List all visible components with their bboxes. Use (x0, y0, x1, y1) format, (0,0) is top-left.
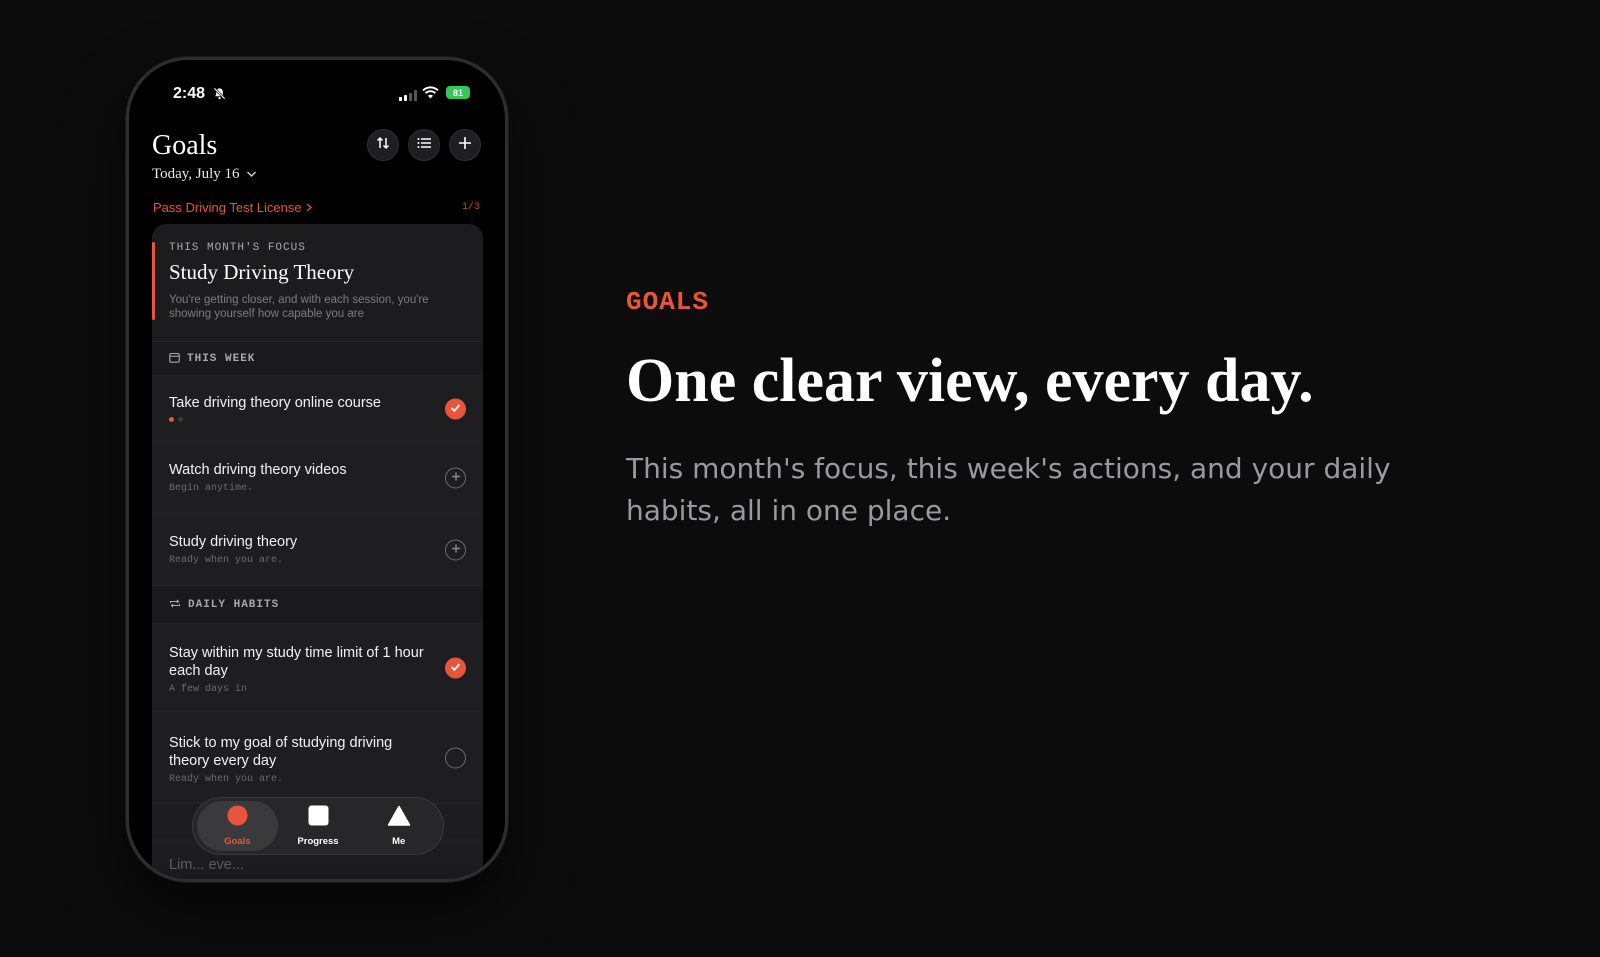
header-actions (367, 129, 481, 161)
progress-square-icon (308, 805, 329, 831)
bell-muted-icon (213, 87, 226, 105)
item-title: Study driving theory (169, 534, 298, 550)
item-subtitle: Ready when you are. (169, 774, 284, 785)
status-bar: 2:48 81 (129, 60, 505, 130)
plus-icon (451, 469, 461, 487)
add-item-button[interactable] (445, 467, 466, 488)
item-title: Take driving theory online course (169, 395, 381, 411)
list-item[interactable]: Stick to my goal of studying driving the… (152, 712, 483, 804)
status-time: 2:48 (173, 85, 206, 102)
chevron-right-icon (306, 200, 312, 215)
tab-goals[interactable]: Goals (197, 801, 278, 851)
wifi-icon (422, 86, 439, 104)
goal-card: THIS MONTH'S FOCUS Study Driving Theory … (152, 224, 483, 879)
progress-dot (169, 417, 174, 422)
calendar-icon (169, 350, 180, 368)
section-daily-habits: DAILY HABITS (152, 586, 483, 624)
goal-count: 1/3 (461, 202, 480, 213)
tab-bar: Goals Progress Me (192, 797, 444, 855)
completed-check[interactable] (445, 657, 466, 678)
plus-icon (451, 541, 461, 559)
checkmark-icon (450, 659, 461, 677)
item-subtitle: Ready when you are. (169, 555, 284, 566)
phone-mockup: 2:48 81 Goals Today, July 16 Pass Drivin… (126, 57, 508, 882)
section-this-week: THIS WEEK (152, 342, 483, 376)
goal-name: Pass Driving Test License (153, 200, 302, 215)
list-item[interactable]: Study driving theory Ready when you are. (152, 514, 483, 586)
sort-arrows-icon (375, 135, 391, 156)
sort-button[interactable] (367, 129, 399, 161)
list-icon (417, 136, 431, 154)
add-button[interactable] (449, 129, 481, 161)
section-label: THIS WEEK (187, 352, 256, 365)
tab-label: Me (392, 836, 406, 847)
item-title: Stay within my study time limit of 1 hou… (169, 645, 424, 679)
tab-label: Goals (224, 836, 251, 847)
chevron-down-icon (246, 166, 257, 183)
focus-accent-bar (152, 242, 155, 320)
section-eyebrow: GOALS (626, 287, 710, 317)
battery-indicator: 81 (446, 86, 470, 99)
section-label: DAILY HABITS (188, 598, 280, 611)
list-item[interactable]: Watch driving theory videos Begin anytim… (152, 442, 483, 514)
list-item[interactable]: Stay within my study time limit of 1 hou… (152, 624, 483, 712)
completed-check[interactable] (445, 398, 466, 419)
page-title: Goals (152, 130, 218, 161)
progress-dot (178, 417, 183, 422)
checkmark-icon (450, 400, 461, 418)
goal-link[interactable]: Pass Driving Test License (153, 200, 312, 215)
item-subtitle: Begin anytime. (169, 483, 254, 494)
item-title: Watch driving theory videos (169, 462, 347, 478)
date-picker[interactable]: Today, July 16 (152, 166, 257, 183)
focus-kicker: THIS MONTH'S FOCUS (169, 242, 306, 254)
repeat-icon (169, 596, 181, 614)
item-subtitle: A few days in (169, 684, 248, 695)
headline: One clear view, every day. (626, 347, 1314, 415)
add-item-button[interactable] (445, 539, 466, 560)
list-view-button[interactable] (408, 129, 440, 161)
list-item[interactable]: Take driving theory online course (152, 376, 483, 442)
tab-progress[interactable]: Progress (278, 801, 359, 851)
habit-checkbox[interactable] (445, 747, 466, 768)
date-label: Today, July 16 (152, 166, 240, 182)
monthly-focus[interactable]: THIS MONTH'S FOCUS Study Driving Theory … (152, 224, 483, 342)
goals-circle-icon (227, 805, 248, 831)
progress-dots (169, 417, 467, 422)
item-title: Stick to my goal of studying driving the… (169, 735, 393, 769)
signal-icon (399, 88, 417, 106)
plus-icon (458, 136, 472, 155)
item-title: Lim... eve... (169, 857, 244, 873)
tab-me[interactable]: Me (358, 801, 439, 851)
tab-label: Progress (297, 836, 339, 847)
focus-title: Study Driving Theory (169, 260, 355, 284)
subheadline: This month's focus, this week's actions,… (626, 452, 1391, 527)
me-triangle-icon (387, 805, 411, 831)
focus-description: You're getting closer, and with each ses… (169, 294, 429, 320)
